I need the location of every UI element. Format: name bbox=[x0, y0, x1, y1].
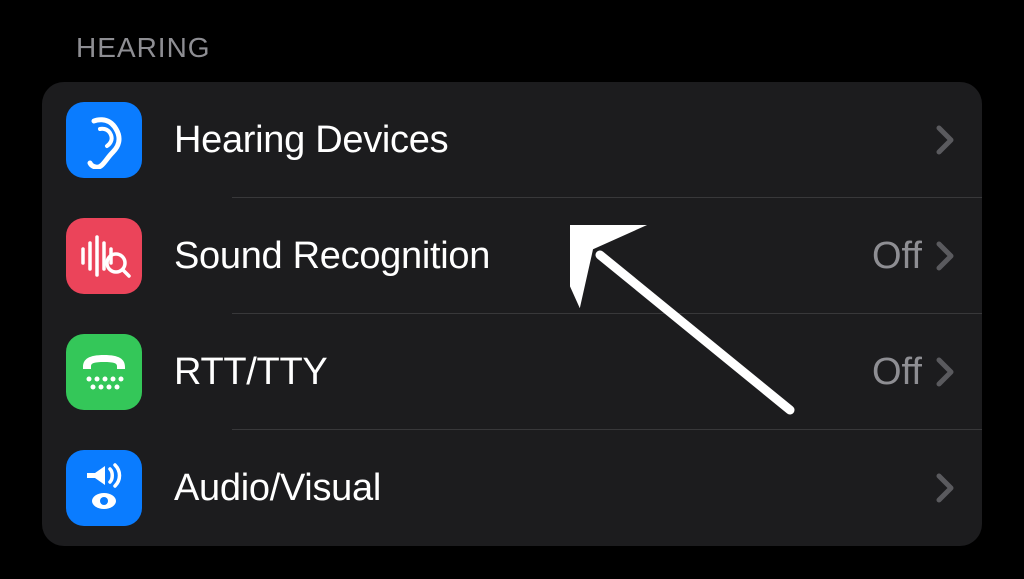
chevron-right-icon bbox=[936, 473, 954, 503]
chevron-right-icon bbox=[936, 241, 954, 271]
ear-icon bbox=[66, 102, 142, 178]
row-value: Off bbox=[872, 235, 922, 278]
row-hearing-devices[interactable]: Hearing Devices bbox=[42, 82, 982, 198]
row-rtt-tty[interactable]: RTT/TTY Off bbox=[42, 314, 982, 430]
chevron-right-icon bbox=[936, 125, 954, 155]
section-header-hearing: HEARING bbox=[0, 0, 1024, 82]
row-label: Sound Recognition bbox=[174, 235, 872, 278]
row-sound-recognition[interactable]: Sound Recognition Off bbox=[42, 198, 982, 314]
row-audio-visual[interactable]: Audio/Visual bbox=[42, 430, 982, 546]
row-value: Off bbox=[872, 351, 922, 394]
audio-visual-icon bbox=[66, 450, 142, 526]
row-label: Audio/Visual bbox=[174, 467, 936, 510]
row-label: RTT/TTY bbox=[174, 351, 872, 394]
sound-recognition-icon bbox=[66, 218, 142, 294]
chevron-right-icon bbox=[936, 357, 954, 387]
settings-group-hearing: Hearing Devices Sound Recognition Off bbox=[42, 82, 982, 546]
tty-icon bbox=[66, 334, 142, 410]
row-label: Hearing Devices bbox=[174, 119, 936, 162]
